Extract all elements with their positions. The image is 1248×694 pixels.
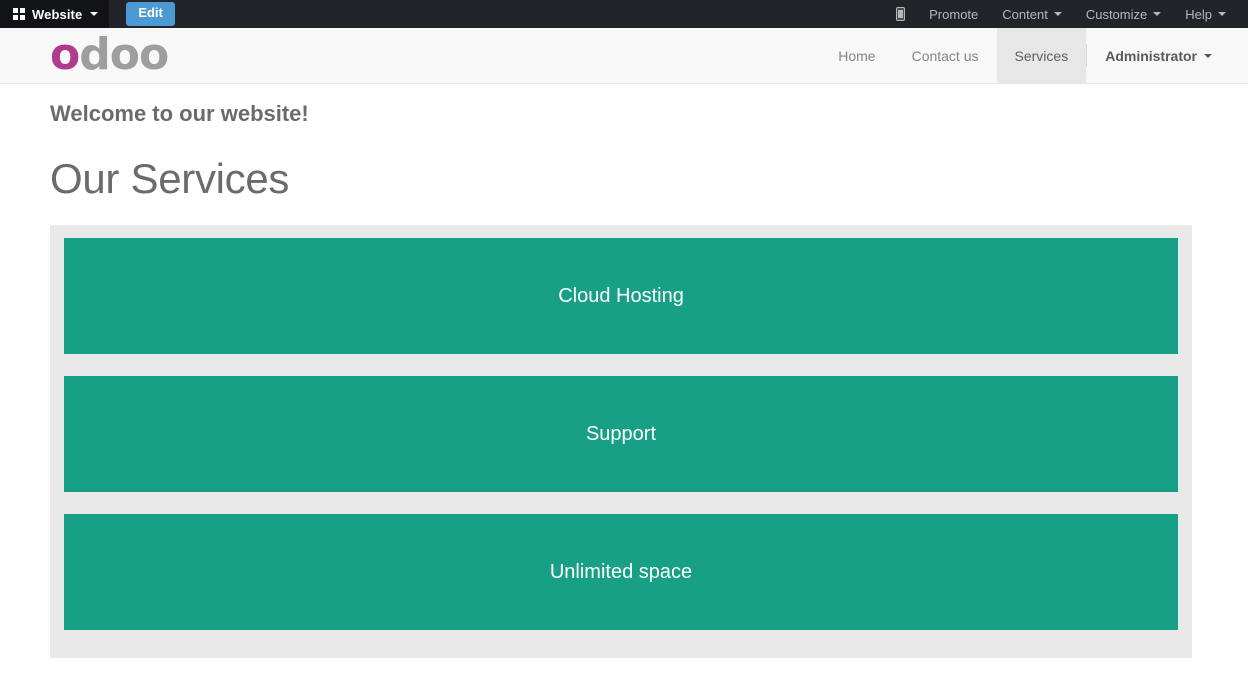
site-navigation: Home Contact us Services Administrator xyxy=(820,28,1230,83)
promote-menu[interactable]: Promote xyxy=(917,2,990,27)
odoo-logo[interactable]: odoo xyxy=(50,33,169,77)
services-panel: Cloud Hosting Support Unlimited space xyxy=(50,225,1192,658)
user-menu-administrator[interactable]: Administrator xyxy=(1087,28,1230,83)
apps-menu-website[interactable]: Website xyxy=(0,0,110,28)
admin-bar-left-group: Website Edit xyxy=(0,0,175,28)
mobile-preview-button[interactable] xyxy=(884,1,917,27)
service-block-unlimited-space[interactable]: Unlimited space xyxy=(64,514,1178,630)
chevron-down-icon xyxy=(1204,53,1212,58)
nav-item-services[interactable]: Services xyxy=(996,28,1087,83)
customize-menu-label: Customize xyxy=(1085,6,1148,22)
page-title: Our Services xyxy=(50,155,290,202)
admin-bar-right-group: Promote Content Customize Help xyxy=(884,0,1248,28)
edit-button-wrapper: Edit xyxy=(109,0,175,28)
service-block-label: Cloud Hosting xyxy=(558,284,684,307)
apps-menu-label: Website xyxy=(32,6,83,22)
service-block-cloud-hosting[interactable]: Cloud Hosting xyxy=(64,238,1178,354)
help-menu[interactable]: Help xyxy=(1173,2,1238,27)
grid-icon xyxy=(13,8,25,20)
website-header: odoo Home Contact us Services Administra… xyxy=(0,28,1248,84)
content-menu[interactable]: Content xyxy=(990,2,1074,27)
edit-button[interactable]: Edit xyxy=(126,2,175,26)
logo-first-letter: o xyxy=(50,29,80,80)
chevron-down-icon xyxy=(90,12,99,16)
nav-item-contact-us[interactable]: Contact us xyxy=(894,28,997,83)
help-menu-label: Help xyxy=(1185,6,1212,22)
content-menu-label: Content xyxy=(1002,6,1048,22)
promote-menu-label: Promote xyxy=(929,6,979,22)
chevron-down-icon xyxy=(1153,12,1162,16)
customize-menu[interactable]: Customize xyxy=(1074,2,1173,27)
chevron-down-icon xyxy=(1218,12,1226,16)
logo-rest: doo xyxy=(79,29,169,80)
service-block-label: Unlimited space xyxy=(549,560,693,583)
chevron-down-icon xyxy=(1053,12,1062,16)
nav-item-home[interactable]: Home xyxy=(820,28,893,83)
service-block-label: Support xyxy=(585,422,657,445)
mobile-preview-icon xyxy=(896,7,906,21)
service-block-support[interactable]: Support xyxy=(64,376,1178,492)
odoo-admin-bar: Website Edit Promote Content Customize H… xyxy=(0,0,1248,28)
welcome-heading: Welcome to our website! xyxy=(50,101,309,126)
user-menu-label: Administrator xyxy=(1105,47,1197,64)
